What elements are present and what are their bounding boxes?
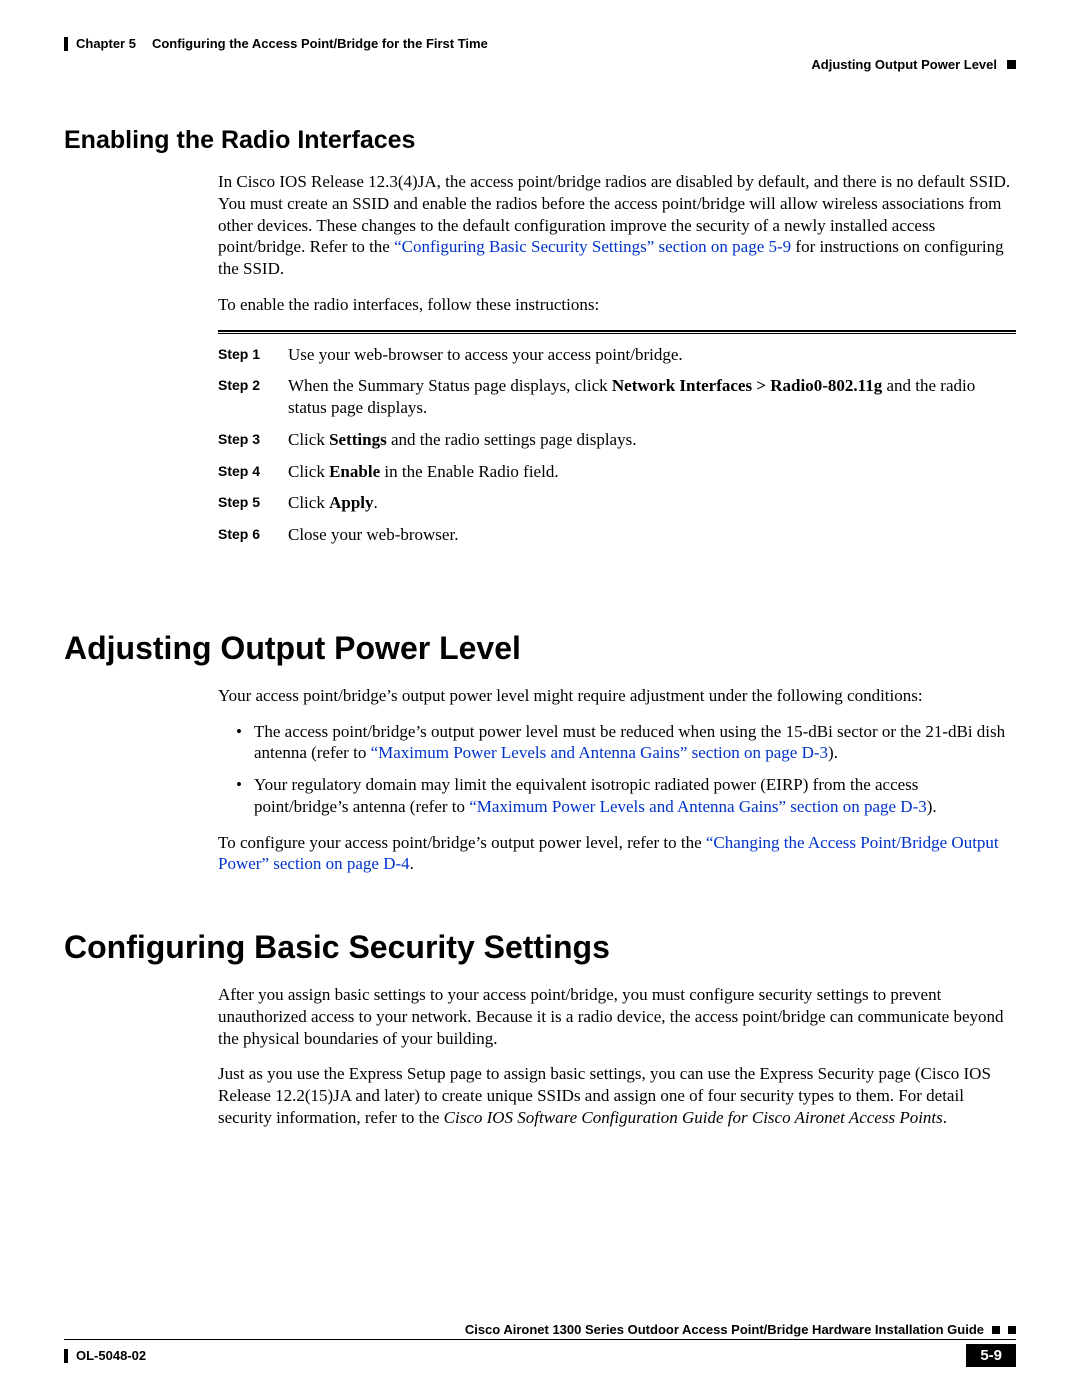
header-bar-icon [64,37,68,51]
step-label: Step 3 [218,429,270,451]
step-label: Step 5 [218,492,270,514]
heading-enabling-radio: Enabling the Radio Interfaces [64,126,1016,155]
page-footer: Cisco Aironet 1300 Series Outdoor Access… [64,1322,1016,1367]
heading-adjusting-output: Adjusting Output Power Level [64,630,1016,667]
steps-divider [218,330,1016,334]
running-header-right: Adjusting Output Power Level [64,57,1016,72]
link-config-basic-security[interactable]: “Configuring Basic Security Settings” se… [394,237,791,256]
steps-list: Step 1 Use your web-browser to access yo… [218,344,1016,546]
step-row: Step 6 Close your web-browser. [218,524,1016,546]
step-label: Step 4 [218,461,270,483]
step-text: Click Apply. [288,492,1016,514]
paragraph: Your access point/bridge’s output power … [218,685,1016,707]
list-item: The access point/bridge’s output power l… [236,721,1016,765]
bullet-list: The access point/bridge’s output power l… [236,721,1016,818]
link-max-power-levels[interactable]: “Maximum Power Levels and Antenna Gains”… [371,743,828,762]
step-text: Use your web-browser to access your acce… [288,344,1016,366]
step-label: Step 6 [218,524,270,546]
paragraph: In Cisco IOS Release 12.3(4)JA, the acce… [218,171,1016,280]
paragraph: Just as you use the Express Setup page t… [218,1063,1016,1128]
step-text: When the Summary Status page displays, c… [288,375,1016,419]
chapter-title: Configuring the Access Point/Bridge for … [152,36,488,51]
step-text: Close your web-browser. [288,524,1016,546]
header-section-title: Adjusting Output Power Level [811,57,997,72]
step-row: Step 4 Click Enable in the Enable Radio … [218,461,1016,483]
paragraph: To enable the radio interfaces, follow t… [218,294,1016,316]
paragraph: To configure your access point/bridge’s … [218,832,1016,876]
page-number: 5-9 [966,1344,1016,1367]
step-row: Step 2 When the Summary Status page disp… [218,375,1016,419]
footer-guide-title: Cisco Aironet 1300 Series Outdoor Access… [465,1322,984,1337]
footer-square-icon [1008,1326,1016,1334]
step-row: Step 5 Click Apply. [218,492,1016,514]
footer-square-icon [992,1326,1000,1334]
book-title: Cisco IOS Software Configuration Guide f… [444,1108,943,1127]
chapter-number: Chapter 5 [76,36,136,51]
footer-bar-icon [64,1349,68,1363]
step-text: Click Enable in the Enable Radio field. [288,461,1016,483]
paragraph: After you assign basic settings to your … [218,984,1016,1049]
list-item: Your regulatory domain may limit the equ… [236,774,1016,818]
heading-config-security: Configuring Basic Security Settings [64,929,1016,966]
step-label: Step 1 [218,344,270,366]
footer-doc-id: OL-5048-02 [76,1348,146,1363]
step-row: Step 3 Click Settings and the radio sett… [218,429,1016,451]
running-header: Chapter 5 Configuring the Access Point/B… [64,36,1016,51]
header-square-icon [1007,60,1016,69]
step-label: Step 2 [218,375,270,419]
step-text: Click Settings and the radio settings pa… [288,429,1016,451]
step-row: Step 1 Use your web-browser to access yo… [218,344,1016,366]
link-max-power-levels[interactable]: “Maximum Power Levels and Antenna Gains”… [469,797,926,816]
